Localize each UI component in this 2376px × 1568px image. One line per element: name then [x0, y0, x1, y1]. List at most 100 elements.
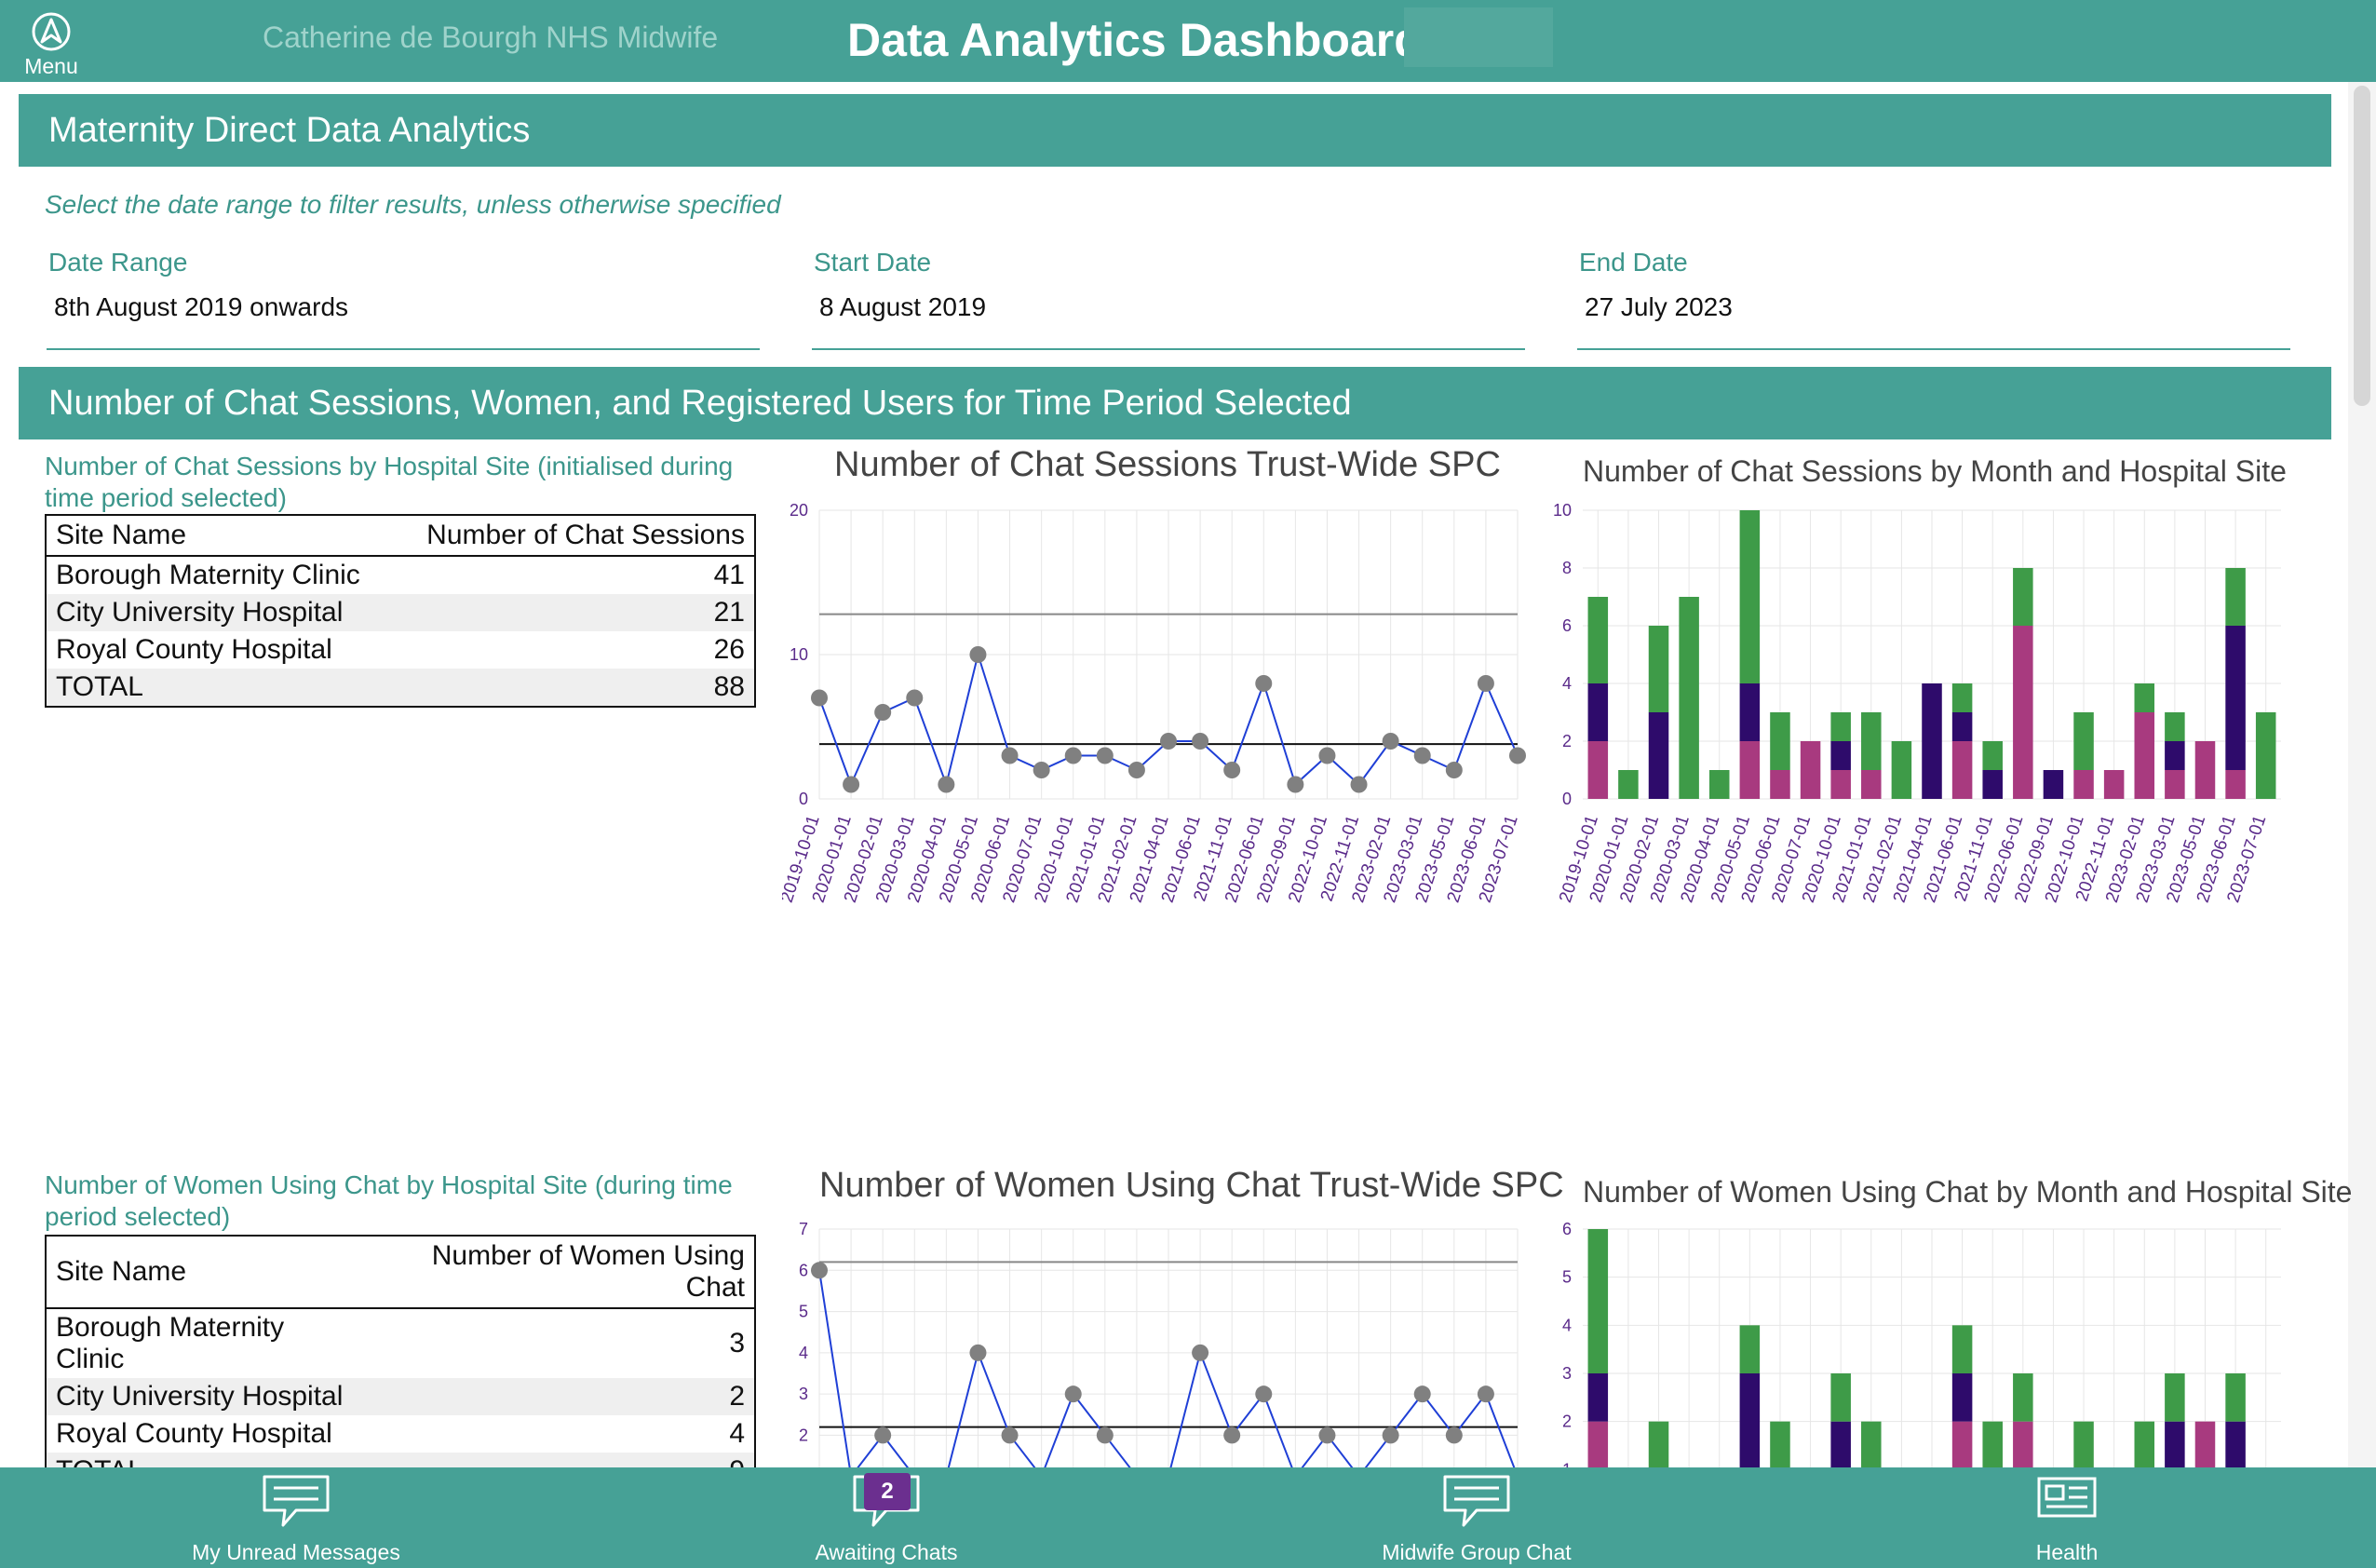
- column-header: Number of Women Using Chat: [356, 1236, 755, 1309]
- data-point: [1318, 1426, 1336, 1444]
- bar-segment: [1587, 1229, 1609, 1373]
- bar-segment: [1982, 1421, 2003, 1467]
- awaiting-count-badge: 2: [864, 1473, 911, 1510]
- women-table: Site Name Number of Women Using Chat Bor…: [45, 1235, 756, 1492]
- bar-segment: [1587, 741, 1609, 799]
- bar-segment: [2013, 1373, 2033, 1422]
- bar-segment: [2013, 1421, 2033, 1467]
- nav-health[interactable]: Health: [1881, 1467, 2253, 1568]
- scrollbar-thumb[interactable]: [2354, 86, 2370, 406]
- nav-label: Awaiting Chats: [815, 1540, 958, 1564]
- data-point: [1255, 1386, 1273, 1403]
- y-tick-label: 0: [799, 790, 808, 808]
- chat-bubble-icon: [1443, 1475, 1510, 1527]
- menu-icon: [32, 12, 71, 51]
- y-tick-label: 4: [1562, 1316, 1572, 1334]
- bar-segment: [1739, 741, 1761, 799]
- y-tick-label: 0: [1562, 790, 1572, 808]
- table-row: Borough Maternity Clinic 3: [46, 1308, 755, 1378]
- bar-segment: [1739, 683, 1761, 741]
- y-tick-label: 5: [799, 1303, 808, 1321]
- y-tick-label: 6: [799, 1261, 808, 1279]
- data-point: [938, 776, 955, 793]
- analytics-section-header: Maternity Direct Data Analytics: [19, 94, 2331, 167]
- bar-segment: [1951, 712, 1973, 741]
- women-table-caption: Number of Women Using Chat by Hospital S…: [45, 1170, 733, 1231]
- sessions-table: Site Name Number of Chat Sessions Boroug…: [45, 514, 756, 708]
- end-date-label: End Date: [1579, 248, 1688, 277]
- data-point: [969, 646, 987, 663]
- data-point: [843, 776, 860, 793]
- bar-segment: [1739, 1373, 1761, 1467]
- bar-segment: [2165, 712, 2185, 741]
- bar-segment: [1618, 770, 1639, 799]
- y-tick-label: 6: [1562, 616, 1572, 635]
- menu-button[interactable]: Menu: [17, 11, 86, 78]
- data-point: [1350, 776, 1368, 793]
- chart-title: Number of Chat Sessions Trust-Wide SPC: [834, 445, 1501, 484]
- y-tick-label: 10: [1553, 501, 1572, 520]
- value-cell: 26: [713, 634, 745, 665]
- site-name-cell: Royal County Hospital: [56, 634, 332, 665]
- nav-unread-messages[interactable]: My Unread Messages: [110, 1467, 482, 1568]
- value-cell: 21: [392, 594, 755, 631]
- bar-segment: [2165, 741, 2185, 770]
- bar-segment: [2165, 1373, 2185, 1422]
- nav-awaiting-chats[interactable]: 2 Awaiting Chats: [700, 1467, 1073, 1568]
- bar-segment: [2134, 1421, 2155, 1467]
- data-point: [1001, 747, 1019, 764]
- table-header-row: Site Name Number of Chat Sessions: [46, 515, 755, 557]
- data-point: [1413, 1386, 1431, 1403]
- bar-segment: [2225, 568, 2246, 626]
- data-point: [1382, 1426, 1399, 1444]
- table-row: Royal County Hospital 4: [46, 1415, 755, 1453]
- data-point: [874, 1426, 892, 1444]
- data-point: [1477, 1386, 1494, 1403]
- bar-segment: [1891, 741, 1912, 799]
- date-range-value[interactable]: 8th August 2019 onwards: [54, 292, 760, 322]
- bar-segment: [1587, 1373, 1609, 1422]
- column-header: Site Name: [46, 1236, 357, 1309]
- start-date-value[interactable]: 8 August 2019: [819, 292, 1525, 322]
- bar-segment: [2073, 712, 2094, 770]
- nav-label: Midwife Group Chat: [1382, 1540, 1572, 1564]
- bar-segment: [2043, 770, 2064, 799]
- user-name: Catherine de Bourgh NHS Midwife: [263, 20, 719, 54]
- bar-segment: [1830, 712, 1851, 741]
- filter-hint: Select the date range to filter results,…: [45, 190, 781, 219]
- y-tick-label: 6: [1562, 1220, 1572, 1238]
- bar-segment: [1739, 510, 1761, 683]
- site-name-cell: TOTAL: [46, 669, 393, 707]
- bar-segment: [1648, 712, 1669, 799]
- data-point: [1382, 733, 1399, 750]
- start-date-label: Start Date: [814, 248, 932, 277]
- bar-segment: [2225, 1373, 2246, 1422]
- chat-section-header: Number of Chat Sessions, Women, and Regi…: [19, 367, 2331, 439]
- data-point: [1445, 762, 1463, 778]
- end-date-value[interactable]: 27 July 2023: [1585, 292, 2290, 322]
- bar-segment: [1830, 1421, 1851, 1467]
- data-point: [1192, 1344, 1209, 1361]
- start-date-field[interactable]: Start Date 8 August 2019: [812, 248, 1525, 350]
- bar-segment: [1982, 770, 2003, 799]
- data-point: [1096, 747, 1114, 764]
- bar-segment: [2013, 568, 2033, 626]
- table-row: City University Hospital 21: [46, 594, 755, 631]
- date-range-field[interactable]: Date Range 8th August 2019 onwards: [47, 248, 760, 350]
- data-point: [1001, 1426, 1019, 1444]
- table-row: Borough Maternity Clinic 41: [46, 556, 755, 594]
- women-by-site-chart: 01234562019-10-012020-01-012020-02-01202…: [1562, 1220, 2281, 1467]
- bar-segment: [1861, 712, 1882, 770]
- data-point: [1192, 733, 1209, 750]
- bar-segment: [1861, 1421, 1882, 1467]
- bar-segment: [2194, 1421, 2216, 1467]
- data-point: [1255, 675, 1273, 692]
- column-header: Number of Chat Sessions: [392, 515, 755, 557]
- nav-midwife-group-chat[interactable]: Midwife Group Chat: [1290, 1467, 1663, 1568]
- data-point: [969, 1344, 987, 1361]
- data-point: [1096, 1426, 1114, 1444]
- bar-segment: [2013, 626, 2033, 799]
- bar-segment: [1587, 683, 1609, 741]
- end-date-field[interactable]: End Date 27 July 2023: [1577, 248, 2290, 350]
- data-point: [1509, 747, 1526, 764]
